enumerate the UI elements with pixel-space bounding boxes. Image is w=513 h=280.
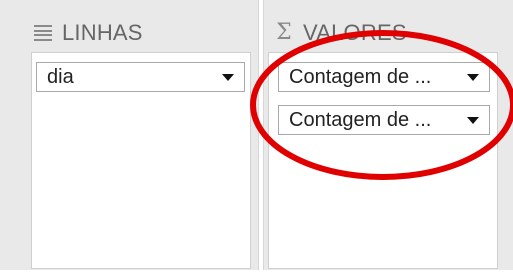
field-label: dia xyxy=(47,65,74,88)
pivot-field-areas: LINHAS Σ VALORES dia Contagem de ... Con… xyxy=(0,0,513,280)
field-button-dia[interactable]: dia xyxy=(36,62,245,92)
rows-area-title: LINHAS xyxy=(62,20,143,45)
values-area-header: Σ VALORES xyxy=(275,20,407,46)
dropdown-arrow-icon[interactable] xyxy=(467,73,479,81)
values-area-title: VALORES xyxy=(303,20,407,45)
dropdown-arrow-icon[interactable] xyxy=(222,73,234,81)
field-button-contagem-1[interactable]: Contagem de ... xyxy=(278,62,490,92)
field-button-contagem-2[interactable]: Contagem de ... xyxy=(278,105,490,135)
dropdown-arrow-icon[interactable] xyxy=(467,116,479,124)
sigma-icon: Σ xyxy=(276,20,292,45)
rows-list-icon xyxy=(34,25,52,41)
rows-area-header: LINHAS xyxy=(34,20,143,46)
field-label: Contagem de ... xyxy=(289,108,432,131)
field-label: Contagem de ... xyxy=(289,65,432,88)
